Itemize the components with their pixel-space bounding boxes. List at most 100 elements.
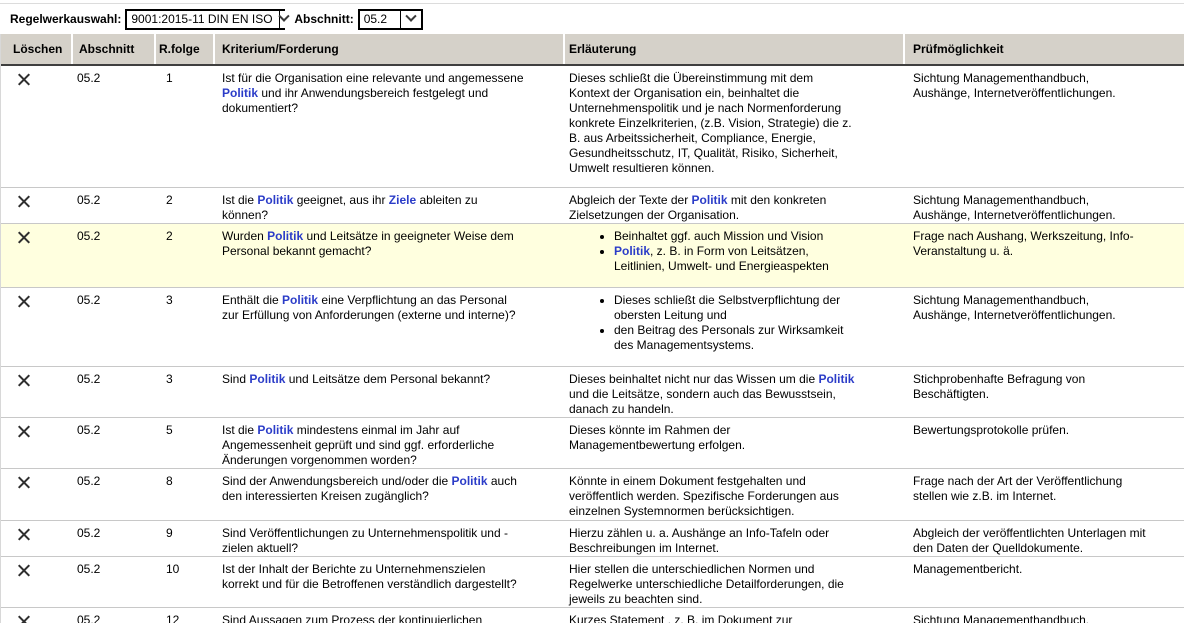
text-segment: Abgleich der Texte der — [569, 193, 692, 207]
text-segment: Sind — [222, 372, 249, 386]
keyword-link[interactable]: Politik — [818, 372, 854, 386]
table-row: 05.29Sind Veröffentlichungen zu Unterneh… — [1, 521, 1184, 557]
pruefmoeglichkeit-cell: Frage nach Aushang, Werkszeitung, Info-V… — [905, 224, 1184, 287]
column-header-abschnitt: Abschnitt — [73, 34, 156, 64]
rfolge-cell: 9 — [156, 521, 215, 556]
rfolge-cell: 5 — [156, 418, 215, 468]
keyword-link[interactable]: Politik — [692, 193, 728, 207]
kriterium-cell: Wurden Politik und Leitsätze in geeignet… — [215, 224, 565, 287]
delete-icon[interactable] — [17, 528, 30, 541]
rfolge-cell: 8 — [156, 469, 215, 520]
kriterium-cell: Ist der Inhalt der Berichte zu Unternehm… — [215, 557, 565, 607]
erlaeuterung-cell: Hierzu zählen u. a. Aushänge an Info-Taf… — [565, 521, 905, 556]
pruefmoeglichkeit-cell: Abgleich der veröffentlichten Unterlagen… — [905, 521, 1184, 556]
keyword-link[interactable]: Politik — [452, 474, 488, 488]
abschnitt-cell: 05.2 — [73, 66, 156, 187]
delete-icon[interactable] — [17, 295, 30, 308]
bullet-item: Beinhaltet ggf. auch Mission und Vision — [614, 229, 855, 244]
keyword-link[interactable]: Politik — [222, 86, 258, 100]
rfolge-cell: 10 — [156, 557, 215, 607]
text-segment: Dieses schließt die Übereinstimmung mit … — [569, 71, 852, 175]
delete-icon[interactable] — [17, 476, 30, 489]
toolbar: Regelwerkauswahl: 9001:2015-11 DIN EN IS… — [0, 4, 1184, 34]
column-header-erlaeuterung: Erläuterung — [565, 34, 905, 64]
text-segment: Beinhaltet ggf. auch Mission und Vision — [614, 229, 823, 243]
delete-cell — [1, 66, 73, 187]
text-segment: Ist die — [222, 423, 257, 437]
column-header-pruefmoeglichkeit: Prüfmöglichkeit — [905, 34, 1184, 64]
abschnitt-select[interactable]: 05.2 — [358, 9, 423, 30]
text-segment: Hierzu zählen u. a. Aushänge an Info-Taf… — [569, 526, 829, 555]
delete-icon[interactable] — [17, 374, 30, 387]
keyword-link[interactable]: Ziele — [389, 193, 416, 207]
regelwerk-select-value: 9001:2015-11 DIN EN ISO — [127, 11, 278, 28]
abschnitt-cell: 05.2 — [73, 469, 156, 520]
rfolge-cell: 2 — [156, 224, 215, 287]
keyword-link[interactable]: Politik — [257, 423, 293, 437]
kriterium-cell: Sind Veröffentlichungen zu Unternehmensp… — [215, 521, 565, 556]
text-segment: Ist für die Organisation eine relevante … — [222, 71, 524, 85]
delete-cell — [1, 367, 73, 417]
table-row: 05.212Sind Aussagen zum Prozess der kont… — [1, 608, 1184, 623]
erlaeuterung-cell: Kurzes Statement , z. B. im Dokument zur… — [565, 608, 905, 623]
delete-cell — [1, 557, 73, 607]
table-row: 05.22Ist die Politik geeignet, aus ihr Z… — [1, 188, 1184, 224]
delete-icon[interactable] — [17, 425, 30, 438]
abschnitt-label: Abschnitt: — [294, 12, 353, 26]
delete-cell — [1, 188, 73, 223]
delete-cell — [1, 521, 73, 556]
delete-icon[interactable] — [17, 195, 30, 208]
table-row: 05.23Sind Politik und Leitsätze dem Pers… — [1, 367, 1184, 418]
kriterium-cell: Ist die Politik geeignet, aus ihr Ziele … — [215, 188, 565, 223]
regelwerk-label: Regelwerkauswahl: — [10, 12, 121, 26]
kriterium-cell: Sind Aussagen zum Prozess der kontinuier… — [215, 608, 565, 623]
keyword-link[interactable]: Politik — [257, 193, 293, 207]
text-segment: Könnte in einem Dokument festgehalten un… — [569, 474, 839, 518]
text-segment: Kurzes Statement , z. B. im Dokument zur… — [569, 613, 792, 623]
table-row: 05.22Wurden Politik und Leitsätze in gee… — [1, 224, 1184, 288]
chevron-down-icon[interactable] — [400, 11, 421, 28]
delete-icon[interactable] — [17, 231, 30, 244]
text-segment: Dieses könnte im Rahmen der Managementbe… — [569, 423, 745, 452]
bullet-item: den Beitrag des Personals zur Wirksamkei… — [614, 323, 855, 353]
text-segment: geeignet, aus ihr — [293, 193, 388, 207]
criteria-table: Löschen Abschnitt R.folge Kriterium/Ford… — [0, 34, 1184, 623]
abschnitt-cell: 05.2 — [73, 418, 156, 468]
kriterium-cell: Sind der Anwendungsbereich und/oder die … — [215, 469, 565, 520]
text-segment: Wurden — [222, 229, 267, 243]
table-row: 05.25Ist die Politik mindestens einmal i… — [1, 418, 1184, 469]
table-row: 05.23Enthält die Politik eine Verpflicht… — [1, 288, 1184, 367]
text-segment: Ist der Inhalt der Berichte zu Unternehm… — [222, 562, 517, 591]
pruefmoeglichkeit-cell: Frage nach der Art der Veröffentlichung … — [905, 469, 1184, 520]
delete-icon[interactable] — [17, 564, 30, 577]
column-header-loeschen: Löschen — [1, 34, 73, 64]
keyword-link[interactable]: Politik — [282, 293, 318, 307]
text-segment: Ist die — [222, 193, 257, 207]
text-segment: Sind der Anwendungsbereich und/oder die — [222, 474, 452, 488]
rfolge-cell: 12 — [156, 608, 215, 623]
text-segment: und ihr Anwendungsbereich festgelegt und… — [222, 86, 488, 115]
kriterium-cell: Sind Politik und Leitsätze dem Personal … — [215, 367, 565, 417]
chevron-down-icon[interactable] — [279, 11, 288, 28]
keyword-link[interactable]: Politik — [614, 244, 650, 258]
delete-icon[interactable] — [17, 73, 30, 86]
keyword-link[interactable]: Politik — [249, 372, 285, 386]
abschnitt-select-value: 05.2 — [360, 11, 400, 28]
delete-icon[interactable] — [17, 615, 30, 623]
text-segment: Enthält die — [222, 293, 282, 307]
regelwerk-select[interactable]: 9001:2015-11 DIN EN ISO — [125, 9, 285, 30]
bullet-item: Politik, z. B. in Form von Leitsätzen, L… — [614, 244, 855, 274]
delete-cell — [1, 418, 73, 468]
erlaeuterung-bullet-list: Dieses schließt die Selbstverpflichtung … — [569, 293, 855, 353]
abschnitt-cell: 05.2 — [73, 367, 156, 417]
kriterium-cell: Ist für die Organisation eine relevante … — [215, 66, 565, 187]
delete-cell — [1, 224, 73, 287]
abschnitt-cell: 05.2 — [73, 557, 156, 607]
abschnitt-cell: 05.2 — [73, 608, 156, 623]
column-header-kriterium: Kriterium/Forderung — [215, 34, 565, 64]
keyword-link[interactable]: Politik — [267, 229, 303, 243]
erlaeuterung-cell: Könnte in einem Dokument festgehalten un… — [565, 469, 905, 520]
pruefmoeglichkeit-cell: Sichtung Managementhandbuch, Aushänge, I… — [905, 288, 1184, 366]
erlaeuterung-cell: Abgleich der Texte der Politik mit den k… — [565, 188, 905, 223]
rfolge-cell: 2 — [156, 188, 215, 223]
